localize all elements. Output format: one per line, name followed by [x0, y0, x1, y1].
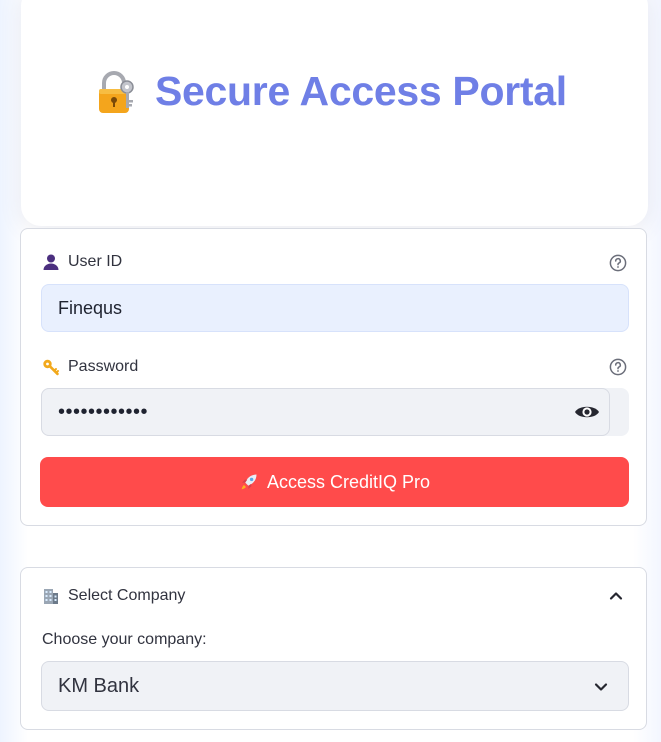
show-password-eye-icon[interactable] — [574, 402, 600, 422]
company-section-label: Select Company — [42, 587, 185, 605]
company-expander: Select Company Choose your company: KM B… — [20, 567, 647, 730]
key-icon — [43, 359, 59, 376]
help-icon[interactable] — [609, 254, 627, 272]
password-label: Password — [42, 358, 138, 376]
page-title: Secure Access Portal — [93, 68, 567, 115]
help-icon[interactable] — [609, 358, 627, 376]
user-id-label: User ID — [42, 253, 122, 271]
office-building-icon — [44, 589, 58, 604]
page-title-text: Secure Access Portal — [155, 68, 567, 114]
user-id-input[interactable]: Finequs — [41, 284, 629, 332]
password-field-wrapper: •••••••••••• — [41, 388, 629, 436]
company-select-caption: Choose your company: — [42, 631, 207, 648]
rocket-icon — [241, 474, 257, 490]
header-card: Secure Access Portal — [21, 0, 648, 226]
login-form: User ID Finequs Password •••••••••••• Ac… — [20, 228, 647, 526]
chevron-up-icon — [609, 592, 623, 600]
page: Secure Access Portal User ID Finequs Pas… — [0, 0, 661, 742]
company-expander-header[interactable]: Select Company — [21, 568, 646, 626]
company-select[interactable]: KM Bank — [41, 661, 629, 711]
chevron-down-icon — [594, 683, 608, 691]
lock-with-key-icon — [99, 70, 134, 113]
access-button[interactable]: Access CreditIQ Pro — [40, 457, 629, 507]
user-silhouette-icon — [43, 254, 59, 270]
password-input[interactable]: •••••••••••• — [41, 388, 610, 436]
company-select-value: KM Bank — [58, 674, 140, 697]
